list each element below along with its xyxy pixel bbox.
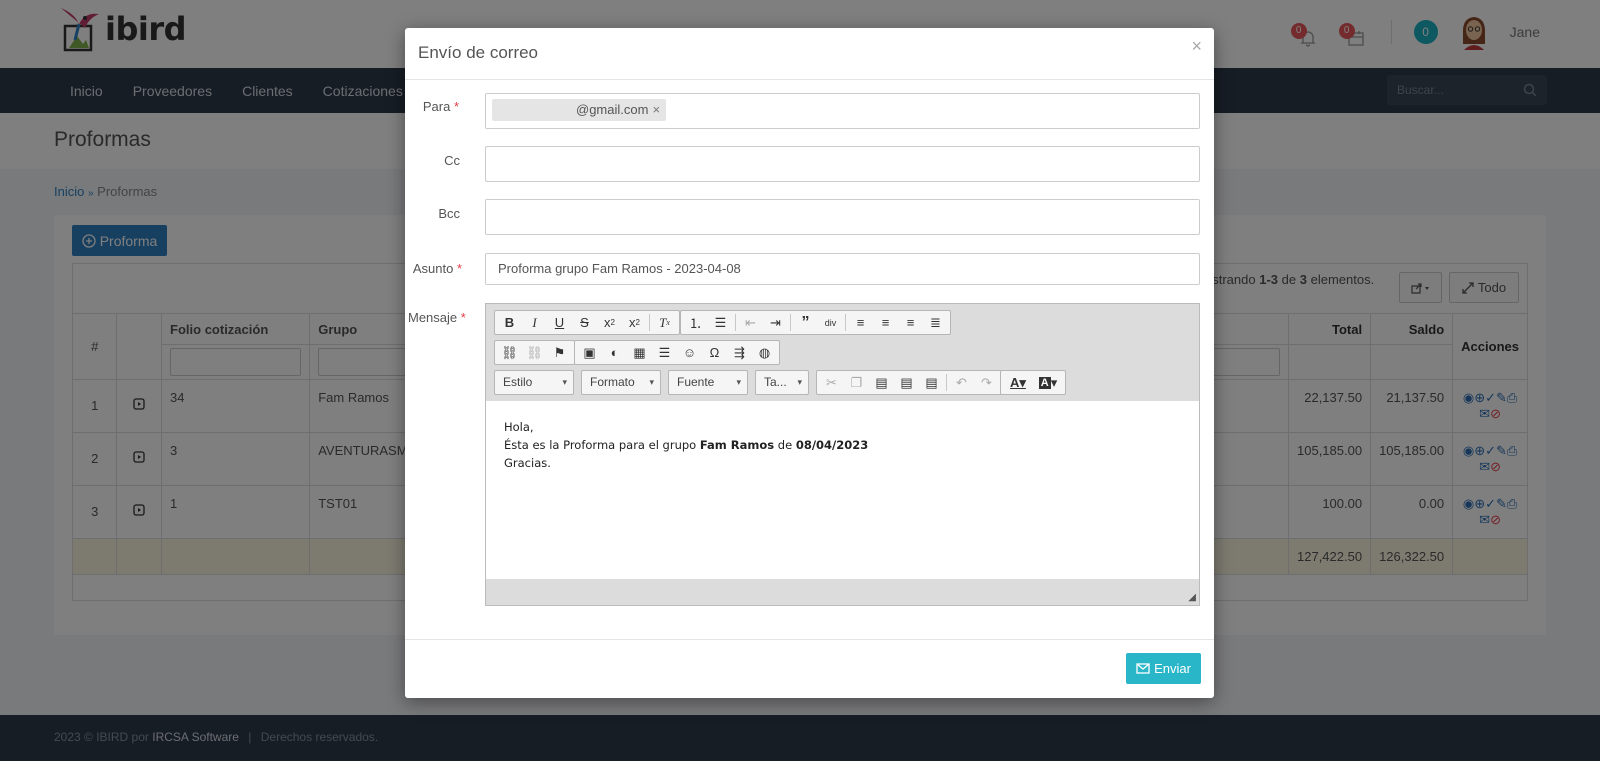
- insert-group: ▣ ◐ ▦ ☰ ☺ Ω ⇶ ◍: [574, 340, 780, 365]
- message-line-3: Gracias.: [504, 456, 551, 470]
- flash-icon[interactable]: ◐: [602, 342, 627, 363]
- estilo-dropdown[interactable]: Estilo: [494, 370, 574, 395]
- message-text: de: [774, 438, 796, 452]
- horizontal-line-icon[interactable]: ☰: [652, 342, 677, 363]
- bulleted-list-icon[interactable]: ☰: [708, 312, 733, 333]
- message-text: Ésta es la Proforma para el grupo: [504, 438, 700, 452]
- required-mark: *: [453, 99, 459, 114]
- underline-icon[interactable]: U: [547, 312, 572, 333]
- clipboard-group: ✂ ❐ ▤ ▤ ▤ ↶ ↷: [816, 370, 1002, 395]
- redo-icon[interactable]: ↷: [974, 372, 999, 393]
- to-field[interactable]: @gmail.com ×: [485, 93, 1200, 129]
- close-icon[interactable]: ×: [1191, 36, 1202, 57]
- toolbar-separator: [790, 314, 791, 331]
- unlink-icon[interactable]: ⛓: [522, 342, 547, 363]
- toolbar-separator: [649, 314, 650, 331]
- recipient-email: @gmail.com: [576, 102, 649, 117]
- toolbar-separator: [845, 314, 846, 331]
- cc-field[interactable]: [485, 146, 1200, 182]
- blockquote-icon[interactable]: ”: [793, 312, 818, 333]
- asunto-label: Asunto *: [408, 261, 462, 276]
- superscript-icon[interactable]: x2: [622, 312, 647, 333]
- toolbar-separator: [946, 374, 947, 391]
- table-icon[interactable]: ▦: [627, 342, 652, 363]
- numbered-list-icon[interactable]: ⒈: [683, 312, 708, 333]
- editor-toolbar: B I U S x2 x2 Tx ⒈ ☰ ⇤ ⇥ ” div ≡ ≡ ≡ ≣ ⛓…: [486, 304, 1199, 401]
- remove-recipient-icon[interactable]: ×: [652, 99, 660, 121]
- tamano-dropdown[interactable]: Ta...: [755, 370, 809, 395]
- editor-content[interactable]: Hola, Ésta es la Proforma para el grupo …: [486, 401, 1199, 579]
- resize-handle-icon[interactable]: ◢: [1188, 592, 1196, 603]
- bg-color-icon[interactable]: A ▾: [1033, 372, 1063, 393]
- message-line-2: Ésta es la Proforma para el grupo Fam Ra…: [504, 436, 1181, 454]
- para-label-text: Para: [422, 99, 451, 114]
- editor-footer: ◢: [486, 579, 1199, 605]
- special-char-icon[interactable]: Ω: [702, 342, 727, 363]
- message-group-name: Fam Ramos: [699, 438, 775, 452]
- image-icon[interactable]: ▣: [577, 342, 602, 363]
- italic-icon[interactable]: I: [522, 312, 547, 333]
- envelope-icon: [1136, 663, 1150, 674]
- link-group: ⛓ ⛓ ⚑: [494, 340, 575, 365]
- creatediv-icon[interactable]: div: [818, 312, 843, 333]
- link-icon[interactable]: ⛓: [497, 342, 522, 363]
- paragraph-group: ⒈ ☰ ⇤ ⇥ ” div ≡ ≡ ≡ ≣: [680, 310, 951, 335]
- para-label: Para *: [413, 99, 459, 114]
- text-color-icon[interactable]: A▾: [1003, 372, 1033, 393]
- recipient-chip[interactable]: @gmail.com ×: [492, 99, 667, 121]
- paste-word-icon[interactable]: ▤: [919, 372, 944, 393]
- send-label: Enviar: [1154, 661, 1191, 676]
- align-left-icon[interactable]: ≡: [848, 312, 873, 333]
- align-center-icon[interactable]: ≡: [873, 312, 898, 333]
- page-break-icon[interactable]: ⇶: [727, 342, 752, 363]
- subscript-icon[interactable]: x2: [597, 312, 622, 333]
- modal-title: Envío de correo: [418, 43, 539, 62]
- mensaje-label-text: Mensaje: [408, 310, 458, 325]
- anchor-flag-icon[interactable]: ⚑: [547, 342, 572, 363]
- cc-label: Cc: [444, 153, 460, 168]
- message-date: 08/04/2023: [795, 438, 869, 452]
- asunto-label-text: Asunto: [412, 261, 454, 276]
- send-button[interactable]: Enviar: [1126, 653, 1201, 684]
- bcc-label: Bcc: [438, 206, 460, 221]
- outdent-icon[interactable]: ⇤: [738, 312, 763, 333]
- remove-format-icon[interactable]: Tx: [652, 312, 677, 333]
- strikethrough-icon[interactable]: S: [572, 312, 597, 333]
- smiley-icon[interactable]: ☺: [677, 342, 702, 363]
- undo-icon[interactable]: ↶: [949, 372, 974, 393]
- justify-icon[interactable]: ≣: [923, 312, 948, 333]
- formato-dropdown[interactable]: Formato: [581, 370, 661, 395]
- bold-icon[interactable]: B: [497, 312, 522, 333]
- email-modal: Envío de correo × Para * @gmail.com × Cc…: [405, 28, 1214, 698]
- copy-icon[interactable]: ❐: [844, 372, 869, 393]
- iframe-globe-icon[interactable]: ◍: [752, 342, 777, 363]
- toolbar-separator: [735, 314, 736, 331]
- indent-icon[interactable]: ⇥: [763, 312, 788, 333]
- fuente-dropdown[interactable]: Fuente: [668, 370, 748, 395]
- color-group: A▾ A ▾: [1000, 370, 1066, 395]
- bcc-field[interactable]: [485, 199, 1200, 235]
- required-mark: *: [460, 310, 466, 325]
- mensaje-label: Mensaje *: [408, 310, 470, 325]
- align-right-icon[interactable]: ≡: [898, 312, 923, 333]
- message-line-1: Hola,: [504, 420, 534, 434]
- modal-header-divider: [405, 79, 1214, 80]
- paste-icon[interactable]: ▤: [869, 372, 894, 393]
- required-mark: *: [456, 261, 462, 276]
- basic-format-group: B I U S x2 x2 Tx: [494, 310, 680, 335]
- rich-text-editor: B I U S x2 x2 Tx ⒈ ☰ ⇤ ⇥ ” div ≡ ≡ ≡ ≣ ⛓…: [485, 303, 1200, 606]
- paste-text-icon[interactable]: ▤: [894, 372, 919, 393]
- modal-footer-divider: [405, 639, 1214, 640]
- subject-input[interactable]: Proforma grupo Fam Ramos - 2023-04-08: [485, 253, 1200, 285]
- cut-icon[interactable]: ✂: [819, 372, 844, 393]
